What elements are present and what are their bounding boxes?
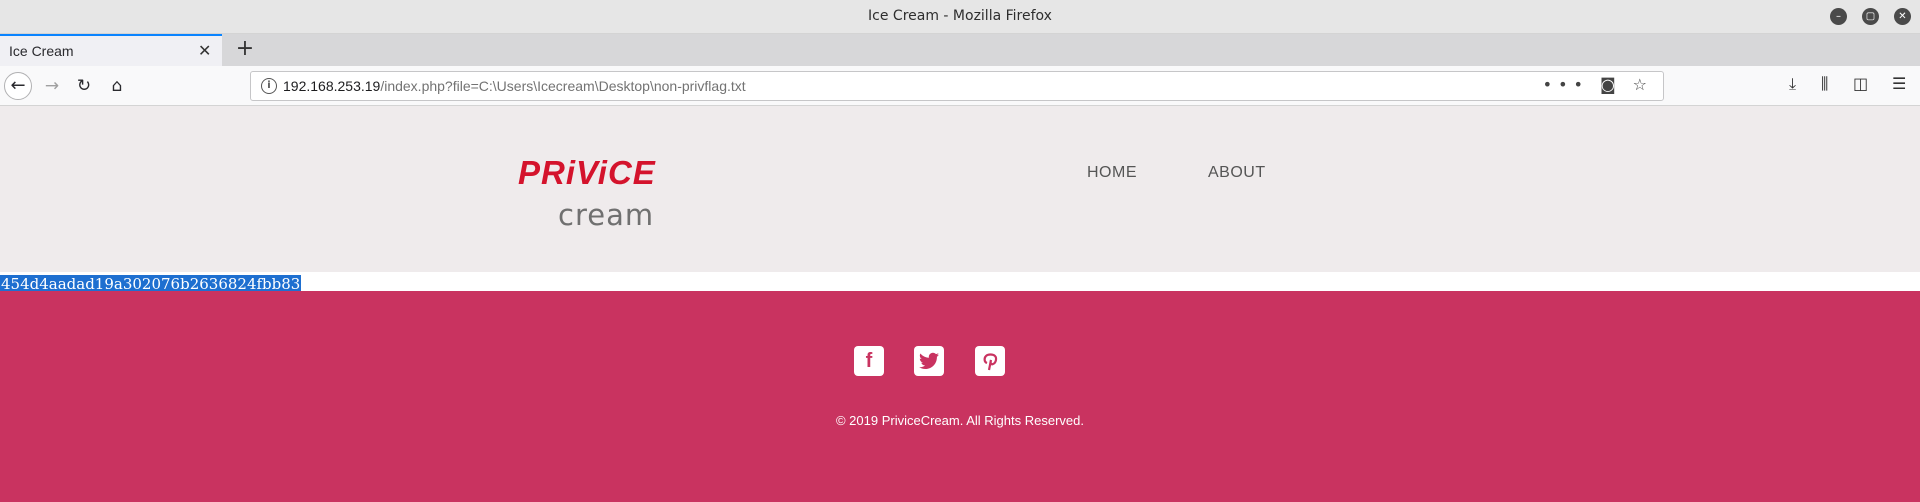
url-path: /index.php?file=C:\Users\Icecream\Deskto… xyxy=(380,78,746,94)
copyright-text: © 2019 PriviceCream. All Rights Reserved… xyxy=(835,413,1084,428)
page-actions: ••• ◙ ☆ xyxy=(1543,75,1653,94)
address-bar[interactable]: i 192.168.253.19/index.php?file=C:\Users… xyxy=(250,71,1664,101)
back-arrow-icon[interactable]: ← xyxy=(4,72,32,100)
minimize-icon[interactable]: – xyxy=(1830,8,1847,25)
bookmark-star-icon[interactable]: ☆ xyxy=(1633,75,1653,94)
nav-home-link[interactable]: HOME xyxy=(1087,164,1137,182)
new-tab-icon[interactable]: + xyxy=(232,37,258,63)
pinterest-glyph xyxy=(983,353,998,371)
web-page: PRiViCE cream HOME ABOUT 454d4aadad19a30… xyxy=(0,106,1920,502)
maximize-icon[interactable]: ▢ xyxy=(1862,8,1879,25)
url-host: 192.168.253.19 xyxy=(283,78,381,94)
twitter-icon[interactable] xyxy=(914,346,944,376)
url-text[interactable]: 192.168.253.19/index.php?file=C:\Users\I… xyxy=(283,78,746,94)
navigation-toolbar: ← → ↻ ⌂ i 192.168.253.19/index.php?file=… xyxy=(0,66,1920,106)
site-header: PRiViCE cream HOME ABOUT xyxy=(0,106,1920,272)
more-icon[interactable]: ••• xyxy=(1543,75,1589,94)
tab-close-icon[interactable]: ✕ xyxy=(198,41,211,60)
sidebar-icon[interactable]: ◫ xyxy=(1853,74,1868,93)
close-icon[interactable]: ✕ xyxy=(1894,8,1911,25)
menu-icon[interactable]: ☰ xyxy=(1892,74,1906,93)
reload-icon[interactable]: ↻ xyxy=(70,72,98,100)
site-info-icon[interactable]: i xyxy=(261,78,277,94)
site-logo[interactable]: PRiViCE xyxy=(518,154,656,192)
site-footer: f © 2019 PriviceCream. All Rights Reserv… xyxy=(0,291,1920,502)
facebook-icon[interactable]: f xyxy=(854,346,884,376)
nav-about-link[interactable]: ABOUT xyxy=(1208,164,1266,182)
window-title: Ice Cream - Mozilla Firefox xyxy=(868,8,1052,24)
forward-arrow-icon[interactable]: → xyxy=(38,72,66,100)
twitter-bird-glyph xyxy=(919,352,939,369)
tab-ice-cream[interactable]: Ice Cream ✕ xyxy=(0,34,222,66)
site-logo-subtitle[interactable]: cream xyxy=(558,198,654,232)
pocket-icon[interactable]: ◙ xyxy=(1600,75,1622,94)
window-titlebar: Ice Cream - Mozilla Firefox – ▢ ✕ xyxy=(0,0,1920,34)
tab-title: Ice Cream xyxy=(9,43,74,59)
library-icon[interactable]: ⫼ xyxy=(1821,74,1828,94)
home-icon[interactable]: ⌂ xyxy=(103,72,131,100)
download-icon[interactable]: ⤓ xyxy=(1789,74,1796,94)
tab-strip: Ice Cream ✕ + xyxy=(0,34,1920,66)
pinterest-icon[interactable] xyxy=(975,346,1005,376)
